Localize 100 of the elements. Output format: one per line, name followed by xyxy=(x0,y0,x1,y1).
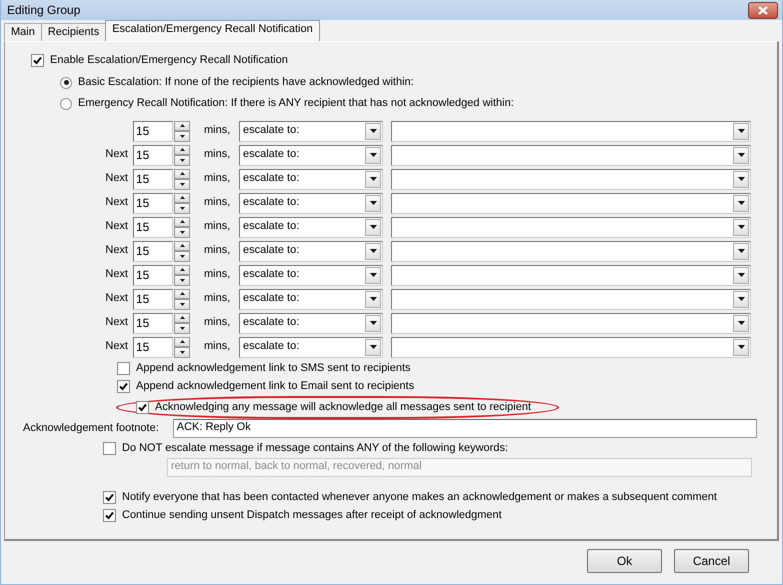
minutes-field[interactable]: 15 xyxy=(133,216,173,238)
checkbox-label: Continue sending unsent Dispatch messages after receipt of acknowledgment xyxy=(122,509,502,522)
spinner[interactable] xyxy=(174,192,190,214)
action-dropdown[interactable]: escalate to: xyxy=(239,168,383,190)
action-dropdown[interactable]: escalate to: xyxy=(239,216,383,238)
spinner[interactable] xyxy=(174,216,190,238)
dropdown-arrow-icon xyxy=(738,225,744,229)
recipient-dropdown[interactable] xyxy=(391,336,751,358)
row-prefix: Next xyxy=(105,268,128,280)
dropdown-arrow-icon xyxy=(738,249,744,253)
footnote-field[interactable]: ACK: Reply Ok xyxy=(172,419,757,438)
checkbox[interactable] xyxy=(31,54,44,68)
dropdown-arrow-icon xyxy=(370,201,376,205)
action-dropdown[interactable]: escalate to: xyxy=(239,288,383,310)
action-dropdown[interactable]: escalate to: xyxy=(239,192,383,214)
recipient-dropdown[interactable] xyxy=(391,120,751,142)
cancel-button[interactable]: Cancel xyxy=(674,549,749,573)
row-prefix: Next xyxy=(105,340,128,352)
dropdown-arrow-icon xyxy=(370,177,376,181)
checkbox-label: Do NOT escalate message if message contains ANY of the following keywords: xyxy=(122,442,508,456)
recipient-dropdown[interactable] xyxy=(391,168,751,190)
unit-label: mins, xyxy=(204,196,232,210)
dropdown-arrow-icon xyxy=(370,129,376,133)
action-dropdown[interactable]: escalate to: xyxy=(239,144,383,166)
spinner[interactable] xyxy=(174,336,190,358)
ok-button[interactable]: Ok xyxy=(587,549,662,573)
checkbox[interactable] xyxy=(136,401,149,414)
close-icon xyxy=(758,6,768,14)
tab[interactable]: Escalation/Emergency Recall Notification xyxy=(105,20,320,41)
row-prefix: Next xyxy=(105,244,128,256)
spinner[interactable] xyxy=(174,264,190,286)
close-button[interactable] xyxy=(748,2,778,18)
action-dropdown[interactable]: escalate to: xyxy=(239,120,383,142)
radio-label: Emergency Recall Notification: If there is ANY recipient that has not acknowledged within: xyxy=(78,97,514,110)
footnote-label: Acknowledgement footnote: xyxy=(23,422,159,436)
checkbox[interactable] xyxy=(117,380,130,394)
recipient-dropdown[interactable] xyxy=(391,312,751,334)
checkbox[interactable] xyxy=(103,509,116,522)
action-dropdown[interactable]: escalate to: xyxy=(239,264,383,286)
minutes-field[interactable]: 15 xyxy=(133,312,173,334)
dropdown-arrow-icon xyxy=(370,321,376,325)
action-dropdown[interactable]: escalate to: xyxy=(239,240,383,262)
row-prefix: Next xyxy=(105,196,128,208)
spinner[interactable] xyxy=(174,288,190,310)
dropdown-arrow-icon xyxy=(738,297,744,301)
dropdown-arrow-icon xyxy=(738,273,744,277)
checkbox[interactable] xyxy=(117,362,130,376)
row-prefix: Next xyxy=(105,148,128,160)
unit-label: mins, xyxy=(204,316,232,330)
minutes-field[interactable]: 15 xyxy=(133,168,173,190)
unit-label: mins, xyxy=(204,220,232,234)
unit-label: mins, xyxy=(204,244,232,258)
dropdown-arrow-icon xyxy=(738,129,744,133)
unit-label: mins, xyxy=(204,292,232,306)
minutes-field[interactable]: 15 xyxy=(133,336,173,358)
checkbox-label: Append acknowledgement link to SMS sent to recipients xyxy=(136,362,411,376)
minutes-field[interactable]: 15 xyxy=(133,144,173,166)
row-prefix: Next xyxy=(105,172,128,184)
recipient-dropdown[interactable] xyxy=(391,216,751,238)
dropdown-arrow-icon xyxy=(738,201,744,205)
dropdown-arrow-icon xyxy=(370,249,376,253)
spinner[interactable] xyxy=(174,144,190,166)
checkbox-label: Enable Escalation/Emergency Recall Notification xyxy=(50,54,288,68)
checkbox-label: Append acknowledgement link to Email sent to recipients xyxy=(136,380,414,394)
radio-button[interactable] xyxy=(60,98,72,110)
row-prefix: Next xyxy=(105,316,128,328)
spinner[interactable] xyxy=(174,240,190,262)
minutes-field[interactable]: 15 xyxy=(133,240,173,262)
minutes-field[interactable]: 15 xyxy=(133,288,173,310)
recipient-dropdown[interactable] xyxy=(391,264,751,286)
checkbox[interactable] xyxy=(103,491,116,504)
minutes-field[interactable]: 15 xyxy=(133,264,173,286)
spinner[interactable] xyxy=(174,120,190,142)
minutes-field[interactable]: 15 xyxy=(133,120,173,142)
action-dropdown[interactable]: escalate to: xyxy=(239,312,383,334)
keywords-field: return to normal, back to normal, recovered, normal xyxy=(167,458,752,477)
dropdown-arrow-icon xyxy=(370,273,376,277)
row-prefix: Next xyxy=(105,292,128,304)
spinner[interactable] xyxy=(174,168,190,190)
dropdown-arrow-icon xyxy=(370,153,376,157)
window-title: Editing Group xyxy=(7,2,80,18)
dropdown-arrow-icon xyxy=(738,345,744,349)
recipient-dropdown[interactable] xyxy=(391,240,751,262)
unit-label: mins, xyxy=(204,340,232,354)
dropdown-arrow-icon xyxy=(370,297,376,301)
dropdown-arrow-icon xyxy=(370,225,376,229)
minutes-field[interactable]: 15 xyxy=(133,192,173,214)
unit-label: mins, xyxy=(204,268,232,282)
radio-label: Basic Escalation: If none of the recipients have acknowledged within: xyxy=(78,76,414,90)
recipient-dropdown[interactable] xyxy=(391,192,751,214)
spinner[interactable] xyxy=(174,312,190,334)
action-dropdown[interactable]: escalate to: xyxy=(239,336,383,358)
unit-label: mins, xyxy=(204,148,232,162)
recipient-dropdown[interactable] xyxy=(391,288,751,310)
unit-label: mins, xyxy=(204,172,232,186)
tab[interactable]: Main xyxy=(4,23,42,41)
checkbox-label: Notify everyone that has been contacted whenever anyone makes an acknowledgement or makes a subsequent comment xyxy=(122,491,717,504)
radio-button[interactable] xyxy=(60,76,72,89)
recipient-dropdown[interactable] xyxy=(391,144,751,166)
unit-label: mins, xyxy=(204,124,232,138)
